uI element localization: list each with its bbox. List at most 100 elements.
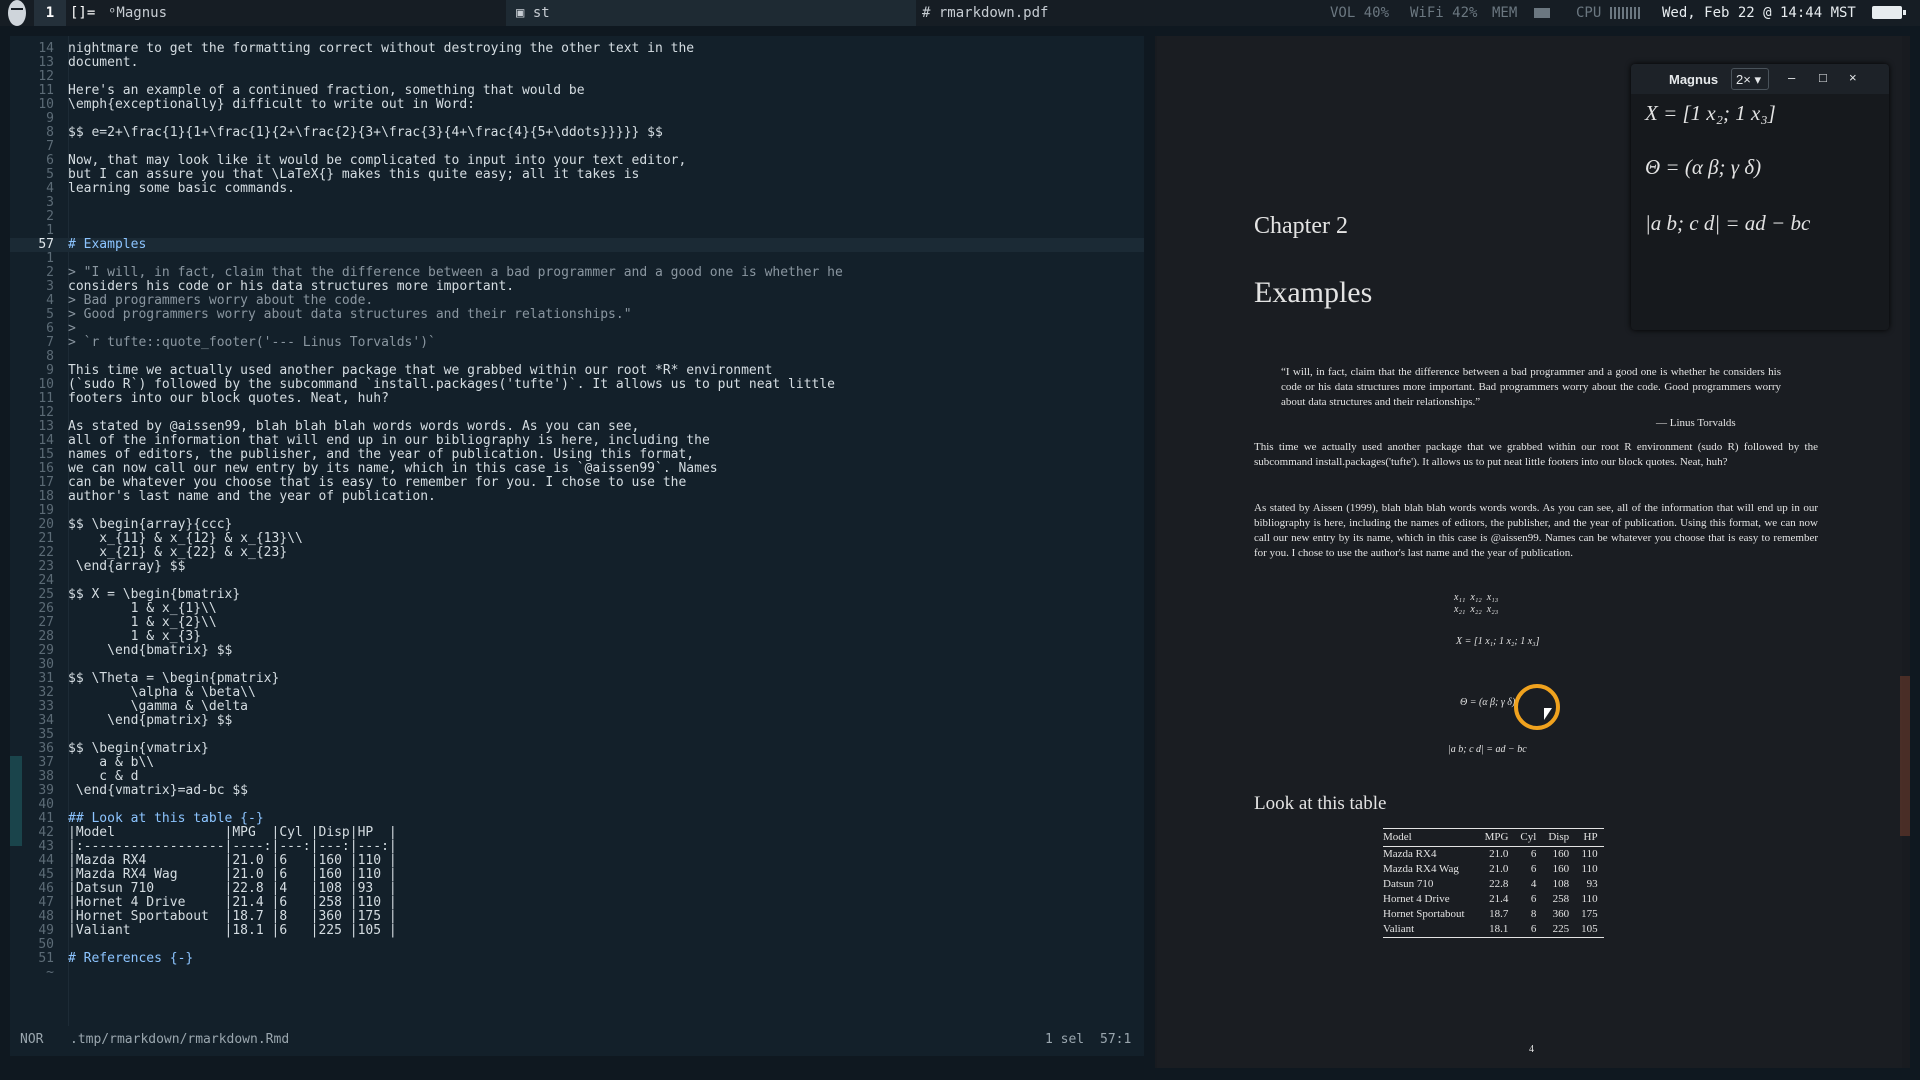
paragraph: This time we actually used another packa… [1254, 441, 1818, 468]
code-line[interactable]: 32 \alpha & \beta\\ [10, 686, 1144, 700]
code-line[interactable]: 10 \emph{exceptionally} difficult to writ… [10, 98, 1144, 112]
code-line[interactable]: 13 As stated by @aissen99, blah blah blah… [10, 420, 1144, 434]
code-line[interactable]: 29 \end{bmatrix} $$ [10, 644, 1144, 658]
globe-icon[interactable] [8, 0, 26, 26]
code-line[interactable]: 43 |:------------------|----:|---:|---:|-… [10, 840, 1144, 854]
code-line[interactable]: 3 [10, 196, 1144, 210]
code-line[interactable]: 50 [10, 938, 1144, 952]
code-line[interactable]: 26 1 & x_{1}\\ [10, 602, 1144, 616]
code-line[interactable]: 6 > [10, 322, 1144, 336]
code-line[interactable]: 5 > Good programmers worry about data str… [10, 308, 1144, 322]
code-line[interactable]: 30 [10, 658, 1144, 672]
code-line[interactable]: 8 $$ e=2+\frac{1}{1+\frac{1}{2+\frac{2}{3… [10, 126, 1144, 140]
line-number: 26 [38, 601, 54, 616]
code-line[interactable]: 46 |Datsun 710 |22.8 |4 |108 |93 | [10, 882, 1144, 896]
code-line[interactable]: 2 > "I will, in fact, claim that the diff… [10, 266, 1144, 280]
line-text: $$ e=2+\frac{1}{1+\frac{1}{2+\frac{2}{3+… [68, 125, 663, 140]
maximize-button[interactable]: □ [1819, 70, 1827, 85]
code-line[interactable]: 1 [10, 224, 1144, 238]
code-line[interactable]: 48 |Hornet Sportabout |18.7 |8 |360 |175 … [10, 910, 1144, 924]
table-cell: 360 [1552, 908, 1570, 920]
code-lines[interactable]: 14 nightmare to get the formatting correc… [10, 42, 1144, 980]
code-line[interactable]: 15 names of editors, the publisher, and t… [10, 448, 1144, 462]
code-line[interactable]: 40 [10, 798, 1144, 812]
code-line[interactable]: 10 (`sudo R`) followed by the subcommand … [10, 378, 1144, 392]
code-line[interactable]: 19 [10, 504, 1144, 518]
code-line[interactable]: 33 \gamma & \delta [10, 700, 1144, 714]
code-line[interactable]: 35 [10, 728, 1144, 742]
code-line[interactable]: 2 [10, 210, 1144, 224]
code-line[interactable]: 5 but I can assure you that \LaTeX{} make… [10, 168, 1144, 182]
window-tab-pdf[interactable]: # rmarkdown.pdf [912, 0, 1322, 26]
code-line[interactable]: 25 $$ X = \begin{bmatrix} [10, 588, 1144, 602]
magnus-window[interactable]: Magnus 2× ▾ – □ × X = [1 x₂; 1 x₃] Θ = (… [1631, 64, 1889, 330]
code-line[interactable]: 13 document. [10, 56, 1144, 70]
code-line[interactable]: 41 ## Look at this table {-} [10, 812, 1144, 826]
code-line[interactable]: 23 \end{array} $$ [10, 560, 1144, 574]
line-number: 11 [38, 83, 54, 98]
line-text: 1 & x_{3} [68, 629, 202, 644]
code-line[interactable]: ~ [10, 966, 1144, 980]
code-line[interactable]: 47 |Hornet 4 Drive |21.4 |6 |258 |110 | [10, 896, 1144, 910]
code-line[interactable]: 18 author's last name and the year of pub… [10, 490, 1144, 504]
code-line[interactable]: 34 \end{pmatrix} $$ [10, 714, 1144, 728]
code-line[interactable]: 1 [10, 252, 1144, 266]
code-line[interactable]: 6 Now, that may look like it would be com… [10, 154, 1144, 168]
code-line[interactable]: 28 1 & x_{3} [10, 630, 1144, 644]
line-text: considers his code or his data structure… [68, 279, 515, 294]
window-tab-st[interactable]: ▣ st [506, 0, 916, 26]
code-line[interactable]: 27 1 & x_{2}\\ [10, 616, 1144, 630]
line-number: 31 [38, 671, 54, 686]
table-cell: 21.0 [1489, 863, 1509, 875]
code-line[interactable]: 16 we can now call our new entry by its n… [10, 462, 1144, 476]
line-text: > "I will, in fact, claim that the diffe… [68, 265, 843, 280]
line-number: 5 [46, 167, 54, 182]
code-line[interactable]: 11 footers into our block quotes. Neat, h… [10, 392, 1144, 406]
code-line[interactable]: 24 [10, 574, 1144, 588]
window-title-magnus[interactable]: ᵒMagnus [108, 0, 167, 26]
chapter-label: Chapter 2 [1254, 213, 1348, 239]
code-line[interactable]: 4 learning some basic commands. [10, 182, 1144, 196]
code-line[interactable]: 21 x_{11} & x_{12} & x_{13}\\ [10, 532, 1144, 546]
code-line[interactable]: 20 $$ \begin{array}{ccc} [10, 518, 1144, 532]
code-line[interactable]: 45 |Mazda RX4 Wag |21.0 |6 |160 |110 | [10, 868, 1144, 882]
line-number: 40 [38, 797, 54, 812]
code-line[interactable]: 36 $$ \begin{vmatrix} [10, 742, 1144, 756]
code-line[interactable]: 7 [10, 140, 1144, 154]
code-line[interactable]: 57 # Examples [10, 238, 1144, 252]
magnus-titlebar[interactable]: Magnus 2× ▾ – □ × [1631, 64, 1889, 94]
table-header-cell: Cyl [1514, 828, 1543, 847]
text-editor[interactable]: 14 nightmare to get the formatting correc… [10, 36, 1144, 1056]
code-line[interactable]: 14 all of the information that will end u… [10, 434, 1144, 448]
code-line[interactable]: 9 This time we actually used another pack… [10, 364, 1144, 378]
code-line[interactable]: 17 can be whatever you choose that is eas… [10, 476, 1144, 490]
code-line[interactable]: 39 \end{vmatrix}=ad-bc $$ [10, 784, 1144, 798]
close-button[interactable]: × [1849, 70, 1857, 85]
code-line[interactable]: 12 [10, 70, 1144, 84]
workspace-tag[interactable]: 1 [34, 0, 66, 26]
code-line[interactable]: 49 |Valiant |18.1 |6 |225 |105 | [10, 924, 1144, 938]
code-line[interactable]: 14 nightmare to get the formatting correc… [10, 42, 1144, 56]
code-line[interactable]: 42 |Model |MPG |Cyl |Disp|HP | [10, 826, 1144, 840]
code-line[interactable]: 44 |Mazda RX4 |21.0 |6 |160 |110 | [10, 854, 1144, 868]
zoom-select[interactable]: 2× ▾ [1731, 68, 1769, 90]
line-number: 3 [46, 279, 54, 294]
code-line[interactable]: 4 > Bad programmers worry about the code. [10, 294, 1144, 308]
code-line[interactable]: 31 $$ \Theta = \begin{pmatrix} [10, 672, 1144, 686]
code-line[interactable]: 22 x_{21} & x_{22} & x_{23} [10, 546, 1144, 560]
code-line[interactable]: 7 > `r tufte::quote_footer('--- Linus Tor… [10, 336, 1144, 350]
table-cell: 6 [1530, 863, 1537, 875]
layout-symbol[interactable]: []= [70, 0, 95, 26]
code-line[interactable]: 37 a & b\\ [10, 756, 1144, 770]
code-line[interactable]: 51 # References {-} [10, 952, 1144, 966]
code-line[interactable]: 8 [10, 350, 1144, 364]
cursor-position: 57:1 [1100, 1032, 1132, 1047]
code-line[interactable]: 38 c & d [10, 770, 1144, 784]
line-text: \end{vmatrix}=ad-bc $$ [68, 783, 249, 798]
code-line[interactable]: 9 [10, 112, 1144, 126]
code-line[interactable]: 3 considers his code or his data structur… [10, 280, 1144, 294]
code-line[interactable]: 12 [10, 406, 1144, 420]
minimize-button[interactable]: – [1788, 70, 1795, 85]
line-number: 51 [38, 951, 54, 966]
code-line[interactable]: 11 Here's an example of a continued fract… [10, 84, 1144, 98]
